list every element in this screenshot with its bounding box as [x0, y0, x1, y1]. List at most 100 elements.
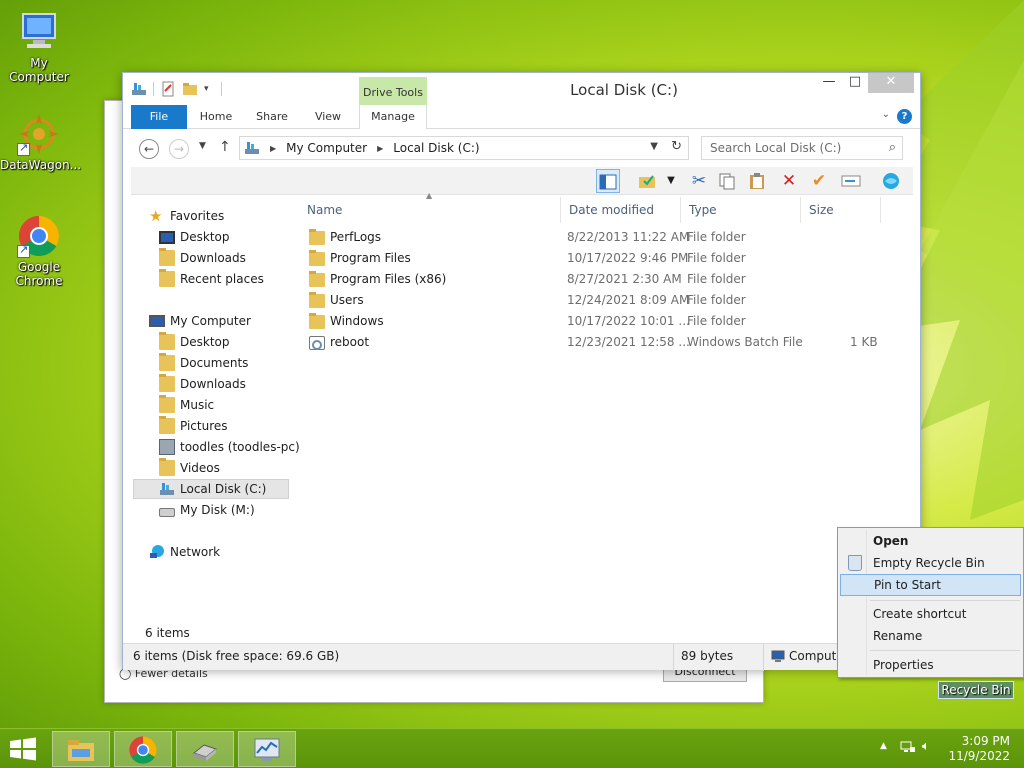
file-name: Program Files: [330, 251, 411, 265]
taskbar-system-monitor[interactable]: [238, 731, 296, 767]
nav-item-videos[interactable]: Videos: [159, 458, 220, 478]
column-header-date-modified[interactable]: Date modified: [561, 197, 681, 223]
menu-item-open[interactable]: Open: [840, 530, 1021, 552]
apply-check-icon[interactable]: ✔: [807, 169, 831, 193]
desktop-icon-datawagon[interactable]: DataWagon...: [0, 112, 81, 172]
file-row-program-files[interactable]: Program Files 10/17/2022 9:46 PM File fo…: [299, 248, 899, 269]
clock[interactable]: 3:09 PM 11/9/2022: [948, 734, 1010, 764]
forward-button[interactable]: →: [169, 139, 189, 159]
nav-item-local-disk[interactable]: Local Disk (C:): [133, 479, 289, 499]
taskbar-file-explorer[interactable]: [52, 731, 110, 767]
recent-places-icon: [159, 269, 175, 287]
search-box[interactable]: Search Local Disk (C:) ⌕: [701, 136, 903, 160]
ribbon-tabs: File Home Share View Manage ⌄ ?: [123, 105, 920, 129]
menu-item-properties[interactable]: Properties: [840, 654, 1021, 676]
expand-ribbon-icon[interactable]: ⌄: [882, 109, 890, 120]
up-button[interactable]: ↑: [219, 139, 231, 155]
help-icon[interactable]: ?: [897, 109, 912, 124]
column-header-type[interactable]: Type: [681, 197, 801, 223]
nav-item-my-disk[interactable]: My Disk (M:): [159, 500, 255, 520]
nav-item-desktop[interactable]: Desktop: [159, 227, 230, 247]
view-dropdown-icon[interactable]: ▼: [659, 169, 683, 193]
pictures-folder-icon: [159, 416, 175, 434]
nav-favorites[interactable]: ★ Favorites: [149, 206, 224, 226]
nav-network[interactable]: Network: [149, 542, 220, 562]
back-button[interactable]: ←: [139, 139, 159, 159]
nav-item-pictures[interactable]: Pictures: [159, 416, 228, 436]
folder-options-icon[interactable]: [635, 169, 659, 193]
nav-item-downloads-2[interactable]: Downloads: [159, 374, 246, 394]
breadcrumb-chevron-icon[interactable]: ▶: [270, 144, 276, 153]
menu-item-rename[interactable]: Rename: [840, 625, 1021, 647]
column-header-name[interactable]: Name: [299, 197, 561, 223]
nav-my-computer[interactable]: My Computer: [149, 311, 251, 331]
nav-item-desktop-2[interactable]: Desktop: [159, 332, 230, 352]
file-row-reboot[interactable]: reboot 12/23/2021 12:58 ... Windows Batc…: [299, 332, 899, 353]
explorer-window[interactable]: ▾ Drive Tools Local Disk (C:) — □ ✕ File…: [122, 72, 921, 671]
clock-time: 3:09 PM: [961, 734, 1010, 748]
menu-item-empty-recycle-bin[interactable]: Empty Recycle Bin: [840, 552, 1021, 574]
copy-icon[interactable]: [715, 169, 739, 193]
nav-label: Local Disk (C:): [180, 482, 267, 496]
file-row-program-files-x86[interactable]: Program Files (x86) 8/27/2021 2:30 AM Fi…: [299, 269, 899, 290]
tab-view[interactable]: View: [305, 105, 351, 129]
network-drive-icon: [192, 744, 218, 761]
videos-folder-icon: [159, 458, 175, 476]
computer-icon: [149, 315, 165, 327]
address-dropdown-icon[interactable]: ▼: [650, 141, 658, 152]
close-button[interactable]: ✕: [868, 73, 914, 93]
minimize-button[interactable]: —: [816, 73, 842, 93]
preview-pane-button[interactable]: [596, 169, 620, 193]
rename-icon[interactable]: [839, 169, 863, 193]
volume-icon[interactable]: 🔈︎: [922, 739, 930, 754]
refresh-icon[interactable]: ↻: [671, 139, 682, 154]
desktop-icon-google-chrome[interactable]: Google Chrome: [0, 214, 78, 288]
chrome-icon: [129, 736, 157, 764]
shortcut-arrow-icon: [17, 141, 30, 156]
menu-item-label: Empty Recycle Bin: [873, 556, 985, 570]
nav-item-music[interactable]: Music: [159, 395, 214, 415]
title-bar[interactable]: ▾ Drive Tools Local Disk (C:) — □ ✕: [123, 73, 920, 105]
taskbar-google-chrome[interactable]: [114, 731, 172, 767]
delete-icon[interactable]: ✕: [777, 169, 801, 193]
nav-item-toodles[interactable]: toodles (toodles-pc): [159, 437, 300, 457]
nav-item-downloads[interactable]: Downloads: [159, 248, 246, 268]
menu-item-create-shortcut[interactable]: Create shortcut: [840, 603, 1021, 625]
breadcrumb-my-computer[interactable]: My Computer: [286, 141, 367, 155]
breadcrumb-chevron-icon[interactable]: ▶: [377, 144, 383, 153]
taskbar-network-drive[interactable]: [176, 731, 234, 767]
recent-locations-dropdown-icon[interactable]: ▼: [199, 141, 206, 151]
network-globe-icon[interactable]: [879, 169, 903, 193]
nav-label: Music: [180, 398, 215, 412]
nav-item-documents[interactable]: Documents: [159, 353, 248, 373]
file-row-users[interactable]: Users 12/24/2021 8:09 AM File folder: [299, 290, 899, 311]
maximize-button[interactable]: □: [842, 73, 868, 93]
address-bar[interactable]: ▶ My Computer ▶ Local Disk (C:) ▼ ↻: [239, 136, 689, 160]
datawagon-logo-icon: [17, 112, 61, 156]
window-title: Local Disk (C:): [570, 81, 678, 99]
show-hidden-icons-icon[interactable]: ▲: [880, 741, 887, 751]
cut-icon[interactable]: ✂: [687, 169, 711, 193]
file-date: 8/22/2013 11:22 AM: [567, 230, 690, 244]
file-type: File folder: [687, 314, 746, 328]
tab-file[interactable]: File: [131, 105, 187, 129]
column-header-size[interactable]: Size: [801, 197, 881, 223]
file-date: 12/23/2021 12:58 ...: [567, 335, 690, 349]
menu-item-pin-to-start[interactable]: Pin to Start: [840, 574, 1021, 596]
file-name: PerfLogs: [330, 230, 382, 244]
recycle-bin-icon: [848, 555, 862, 571]
nav-item-recent-places[interactable]: Recent places: [159, 269, 264, 289]
paste-icon[interactable]: [745, 169, 769, 193]
desktop-icon-recycle-bin[interactable]: Recycle Bin: [938, 681, 1014, 699]
breadcrumb-local-disk[interactable]: Local Disk (C:): [393, 141, 479, 155]
tab-share[interactable]: Share: [249, 105, 295, 129]
desktop-icon-my-computer[interactable]: My Computer: [0, 10, 78, 84]
tab-manage[interactable]: Manage: [359, 105, 427, 129]
file-row-windows[interactable]: Windows 10/17/2022 10:01 ... File folder: [299, 311, 899, 332]
file-row-perflogs[interactable]: PerfLogs 8/22/2013 11:22 AM File folder: [299, 227, 899, 248]
search-icon[interactable]: ⌕: [889, 137, 896, 159]
file-size: 1 KB: [850, 335, 878, 349]
start-button[interactable]: [8, 737, 38, 761]
tab-home[interactable]: Home: [193, 105, 239, 129]
network-status-icon[interactable]: [900, 741, 916, 755]
